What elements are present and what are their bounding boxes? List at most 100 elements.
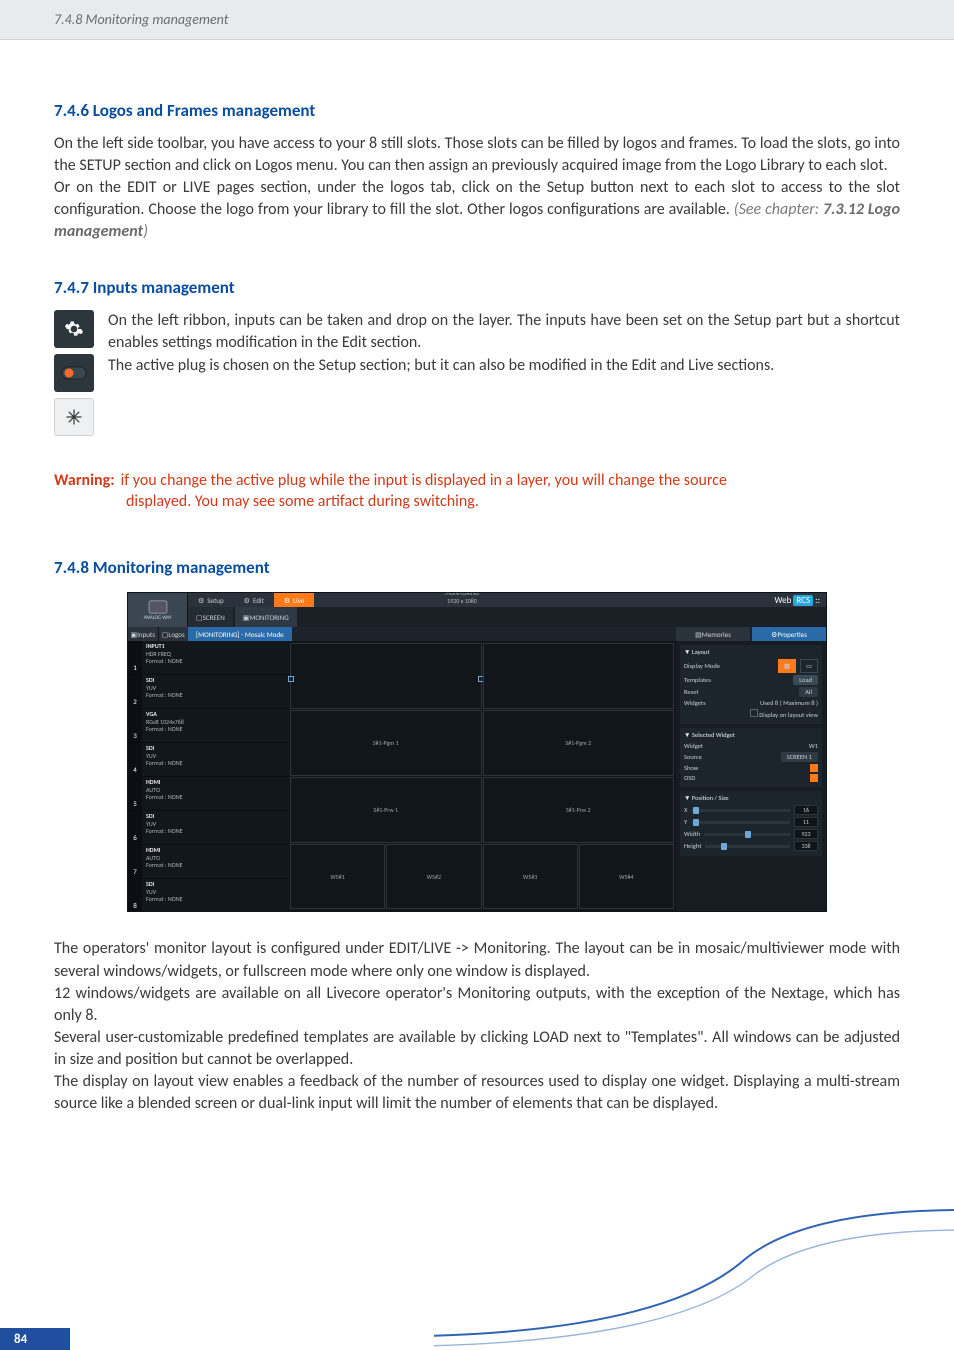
show-checkbox[interactable] — [810, 764, 818, 772]
section-746: 7.4.6 Logos and Frames management On the… — [54, 100, 900, 243]
input-body: SDIYUVFormat : NONE — [142, 743, 288, 776]
lefttab-inputs[interactable]: ▣ Inputs — [128, 627, 158, 641]
mosaic-canvas[interactable]: S#1-Pgm 1 S#1-Pgm 2 S#1-Prw 1 S#1-Prw 2 … — [288, 641, 676, 911]
warning-line2: displayed. You may see some artifact dur… — [54, 492, 900, 511]
page-footer: 84 — [0, 1324, 954, 1350]
mode-full-icon[interactable]: ▭ — [800, 659, 818, 673]
input-body: HDMIAUTOFormat : NONE — [142, 777, 288, 810]
widget-cell-4[interactable]: S#1-Pgm 2 — [483, 710, 675, 776]
para-748-2: 12 windows/widgets are available on all … — [54, 983, 900, 1027]
warning-line1: if you change the active plug while the … — [121, 470, 727, 492]
tab-setup[interactable]: ⚙Setup — [188, 593, 234, 607]
subtab-monitoring[interactable]: ▣ MONITORING — [235, 607, 297, 627]
show-label: Show — [684, 764, 698, 772]
subtab-screen[interactable]: ▢ SCREEN — [188, 607, 233, 627]
input-item[interactable]: 8SDIYUVFormat : NONE — [128, 879, 288, 911]
mode-mosaic-icon[interactable]: ▦ — [778, 659, 796, 673]
displaymode-label: Display Mode — [684, 662, 720, 670]
input-item[interactable]: 5HDMIAUTOFormat : NONE — [128, 777, 288, 811]
monitoring-screenshot: ANALOG WAY ⚙Setup ⚙Edit ⚙Live Web RCS :: — [127, 592, 827, 912]
widget-cell-5[interactable]: S#1-Prw 1 — [290, 777, 482, 843]
lefttab-logos[interactable]: ▢ Logos — [158, 627, 189, 641]
osd-checkbox[interactable] — [810, 774, 818, 782]
input-body: VGARGsB 1024x768Format : NONE — [142, 709, 288, 742]
selected-widget-header[interactable]: ▼ Selected Widget — [684, 731, 818, 739]
monitoring-resolution: MONITORING 1920 x 1080 — [248, 592, 676, 607]
snowflake-icon — [54, 398, 94, 436]
input-item[interactable]: 2SDIYUVFormat : NONE — [128, 675, 288, 709]
widget-label: Widget — [684, 742, 703, 750]
x-slider[interactable] — [691, 809, 790, 812]
widgets-label: Widgets — [684, 699, 706, 707]
heading-746: 7.4.6 Logos and Frames management — [54, 100, 900, 121]
page-header-bar: 7.4.8 Monitoring management — [0, 0, 954, 40]
input-body: INPUT1HDR FREQFormat : NONE — [142, 641, 288, 674]
righttab-properties[interactable]: ⚙ Properties — [752, 627, 826, 641]
canvas-title: [MONITORING] - Mosaic Mode — [188, 627, 292, 641]
widget-cell-8[interactable]: W5#2 — [386, 844, 481, 910]
x-label: X — [684, 806, 687, 814]
para-748-4: The display on layout view enables a fee… — [54, 1071, 900, 1115]
page-header-title: 7.4.8 Monitoring management — [54, 11, 228, 28]
para-748-3: Several user-customizable predefined tem… — [54, 1027, 900, 1071]
input-item[interactable]: 1INPUT1HDR FREQFormat : NONE — [128, 641, 288, 675]
y-value[interactable]: 11 — [794, 817, 818, 827]
widget-cell-2[interactable] — [483, 643, 675, 709]
gear-icon — [54, 310, 94, 348]
gear-icon: ⚙ — [198, 596, 204, 605]
input-item[interactable]: 6SDIYUVFormat : NONE — [128, 811, 288, 845]
templates-label: Templates — [684, 676, 711, 684]
input-number: 7 — [128, 845, 142, 878]
input-number: 8 — [128, 879, 142, 911]
widget-cell-1[interactable] — [290, 643, 482, 709]
widget-cell-10[interactable]: W5#4 — [579, 844, 674, 910]
input-item[interactable]: 7HDMIAUTOFormat : NONE — [128, 845, 288, 879]
input-number: 1 — [128, 641, 142, 674]
properties-panel: ▼ Layout Display Mode ▦ ▭ TemplatesLoad … — [676, 641, 826, 911]
warning-block: Warning: if you change the active plug w… — [54, 470, 900, 511]
width-value[interactable]: 923 — [794, 829, 818, 839]
source-dropdown[interactable]: SCREEN 1 — [781, 752, 818, 762]
screenshot-wrapper: ANALOG WAY ⚙Setup ⚙Edit ⚙Live Web RCS :: — [54, 592, 900, 912]
load-button[interactable]: Load — [793, 675, 818, 685]
source-label: Source — [684, 753, 702, 761]
input-body: SDIYUVFormat : NONE — [142, 879, 288, 911]
para-747-2: The active plug is chosen on the Setup s… — [108, 355, 900, 377]
input-body: SDIYUVFormat : NONE — [142, 675, 288, 708]
y-slider[interactable] — [691, 821, 790, 824]
reset-all-button[interactable]: All — [799, 687, 818, 697]
page-number: 84 — [0, 1328, 70, 1350]
righttab-memories[interactable]: ▤ Memories — [676, 627, 750, 641]
width-label: Width — [684, 830, 700, 838]
osd-label: OSD — [684, 774, 695, 782]
toggle-icon — [54, 354, 94, 392]
para-746-see-prefix: (See chapter: — [734, 200, 823, 219]
para-748-1: The operators' monitor layout is configu… — [54, 938, 900, 982]
para-746-see-suffix: ) — [143, 222, 148, 241]
height-slider[interactable] — [705, 845, 790, 848]
layout-section-header[interactable]: ▼ Layout — [684, 648, 818, 656]
footer-curve — [434, 1180, 954, 1350]
input-number: 4 — [128, 743, 142, 776]
possize-header[interactable]: ▼ Position / Size — [684, 794, 818, 802]
section-748: 7.4.8 Monitoring management ANALOG WAY ⚙… — [54, 557, 900, 1115]
widget-cell-7[interactable]: W5#1 — [290, 844, 385, 910]
ribbon-icon-column — [54, 310, 94, 436]
widget-cell-6[interactable]: S#1-Prw 2 — [483, 777, 675, 843]
input-number: 2 — [128, 675, 142, 708]
heading-748: 7.4.8 Monitoring management — [54, 557, 900, 578]
input-item[interactable]: 3VGARGsB 1024x768Format : NONE — [128, 709, 288, 743]
brand-text: ANALOG WAY — [144, 615, 172, 621]
input-body: SDIYUVFormat : NONE — [142, 811, 288, 844]
input-item[interactable]: 4SDIYUVFormat : NONE — [128, 743, 288, 777]
widget-cell-3[interactable]: S#1-Pgm 1 — [290, 710, 482, 776]
height-value[interactable]: 338 — [794, 841, 818, 851]
inputs-column: 1INPUT1HDR FREQFormat : NONE2SDIYUVForma… — [128, 641, 288, 911]
input-number: 3 — [128, 709, 142, 742]
x-value[interactable]: 16 — [794, 805, 818, 815]
display-on-layout-label: Display on layout view — [759, 711, 818, 719]
input-number: 6 — [128, 811, 142, 844]
display-on-layout-checkbox[interactable] — [750, 709, 758, 717]
width-slider[interactable] — [704, 833, 790, 836]
widget-cell-9[interactable]: W5#3 — [483, 844, 578, 910]
